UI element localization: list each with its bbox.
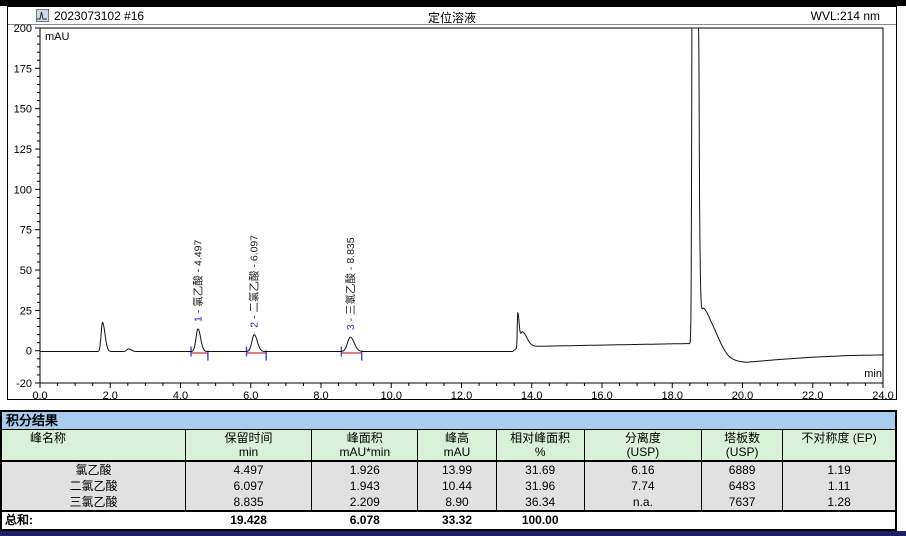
table-cell: 1.19 xyxy=(783,461,895,478)
sum-cell: 19.428 xyxy=(185,511,311,529)
table-cell: 8.835 xyxy=(185,494,311,511)
sum-cell: 33.32 xyxy=(418,511,496,529)
col-header-5: 分离度(USP) xyxy=(584,430,701,461)
table-row: 氯乙酸4.4971.92613.9931.696.1668891.19 xyxy=(2,461,895,478)
table-cell: 1.926 xyxy=(312,461,418,478)
y-tick-label: 175 xyxy=(14,63,32,75)
table-cell: 6.16 xyxy=(584,461,701,478)
table-row: 三氯乙酸8.8352.2098.9036.34n.a.76371.28 xyxy=(2,494,895,511)
x-tick-label: 14.0 xyxy=(521,390,542,399)
x-tick-label: 20.0 xyxy=(732,390,753,399)
table-cell: 13.99 xyxy=(418,461,496,478)
peak-label: 2 - 二氯乙酸 - 6.097 xyxy=(248,235,261,328)
table-cell: 1.28 xyxy=(783,494,895,511)
col-header-0: 峰名称 xyxy=(2,430,185,461)
x-tick-label: 0.0 xyxy=(32,390,47,399)
peak-label: 3 - 三氯乙酸 - 8.835 xyxy=(344,237,357,330)
y-tick-label: 50 xyxy=(20,265,32,277)
table-cell: 6889 xyxy=(702,461,783,478)
y-tick-label: 150 xyxy=(14,104,32,116)
col-header-3: 峰高mAU xyxy=(418,430,496,461)
results-title: 积分结果 xyxy=(2,412,895,430)
chromatogram-panel: 2023073102 #16 定位溶液 WVL:214 nm 200 175 150… xyxy=(7,6,897,400)
x-tick-label: 12.0 xyxy=(451,390,472,399)
table-cell: 6483 xyxy=(702,478,783,494)
col-header-1: 保留时间min xyxy=(185,430,311,461)
sum-cell xyxy=(702,511,783,529)
table-cell: 三氯乙酸 xyxy=(2,494,185,511)
table-cell: 2.209 xyxy=(312,494,418,511)
x-tick-label: 2.0 xyxy=(103,390,118,399)
y-axis-unit-label: mAU xyxy=(45,31,69,43)
x-tick-label: 24.0 xyxy=(872,390,893,399)
wavelength-label: WVL:214 nm xyxy=(811,9,880,23)
col-header-2: 峰面积mAU*min xyxy=(312,430,418,461)
results-table: 峰名称保留时间min峰面积mAU*min峰高mAU相对峰面积%分离度(USP)塔… xyxy=(2,430,895,529)
x-tick-label: 18.0 xyxy=(662,390,683,399)
x-tick-label: 22.0 xyxy=(802,390,823,399)
col-header-6: 塔板数(USP) xyxy=(702,430,783,461)
y-tick-label: 75 xyxy=(20,225,32,237)
table-cell: 10.44 xyxy=(418,478,496,494)
plot-border xyxy=(40,28,883,383)
chromatogram-trace xyxy=(40,28,883,362)
integration-results-panel: 积分结果 峰名称保留时间min峰面积mAU*min峰高mAU相对峰面积%分离度(… xyxy=(0,410,897,531)
sum-label: 总和: xyxy=(2,511,185,529)
chart-header: 2023073102 #16 定位溶液 WVL:214 nm xyxy=(8,7,896,25)
table-cell: 二氯乙酸 xyxy=(2,478,185,494)
x-tick-label: 10.0 xyxy=(381,390,402,399)
sum-cell: 100.00 xyxy=(496,511,584,529)
y-tick-label: 125 xyxy=(14,144,32,156)
y-tick-label: 25 xyxy=(20,305,32,317)
table-cell: 36.34 xyxy=(496,494,584,511)
table-row: 二氯乙酸6.0971.94310.4431.967.7464831.11 xyxy=(2,478,895,494)
x-tick-label: 16.0 xyxy=(591,390,612,399)
y-tick-label: -20 xyxy=(16,378,32,390)
table-cell: 31.69 xyxy=(496,461,584,478)
y-tick-label: 200 xyxy=(14,24,32,35)
table-cell: 1.11 xyxy=(783,478,895,494)
y-tick-label: 0 xyxy=(26,346,32,358)
y-tick-label: 100 xyxy=(14,184,32,196)
table-cell: 7.74 xyxy=(584,478,701,494)
sum-cell xyxy=(584,511,701,529)
x-tick-label: 4.0 xyxy=(173,390,188,399)
peak-label: 1 - 氯乙酸 - 4.497 xyxy=(191,240,204,322)
sum-cell: 6.078 xyxy=(312,511,418,529)
table-cell: 31.96 xyxy=(496,478,584,494)
table-cell: 1.943 xyxy=(312,478,418,494)
x-tick-label: 6.0 xyxy=(243,390,258,399)
x-axis-unit-label: min xyxy=(864,368,882,380)
table-cell: 8.90 xyxy=(418,494,496,511)
sum-row: 总和:19.4286.07833.32100.00 xyxy=(2,511,895,529)
table-cell: n.a. xyxy=(584,494,701,511)
bottom-divider-bar xyxy=(0,531,906,536)
table-cell: 4.497 xyxy=(185,461,311,478)
col-header-7: 不对称度 (EP) xyxy=(783,430,895,461)
chromatogram-plot: 200 175 150 125 100 75 50 25 0 -200.0 2.0 4.0 6.0 8.0… xyxy=(8,24,896,399)
x-tick-label: 8.0 xyxy=(313,390,328,399)
table-cell: 氯乙酸 xyxy=(2,461,185,478)
table-cell: 7637 xyxy=(702,494,783,511)
table-cell: 6.097 xyxy=(185,478,311,494)
col-header-4: 相对峰面积% xyxy=(496,430,584,461)
sum-cell xyxy=(783,511,895,529)
